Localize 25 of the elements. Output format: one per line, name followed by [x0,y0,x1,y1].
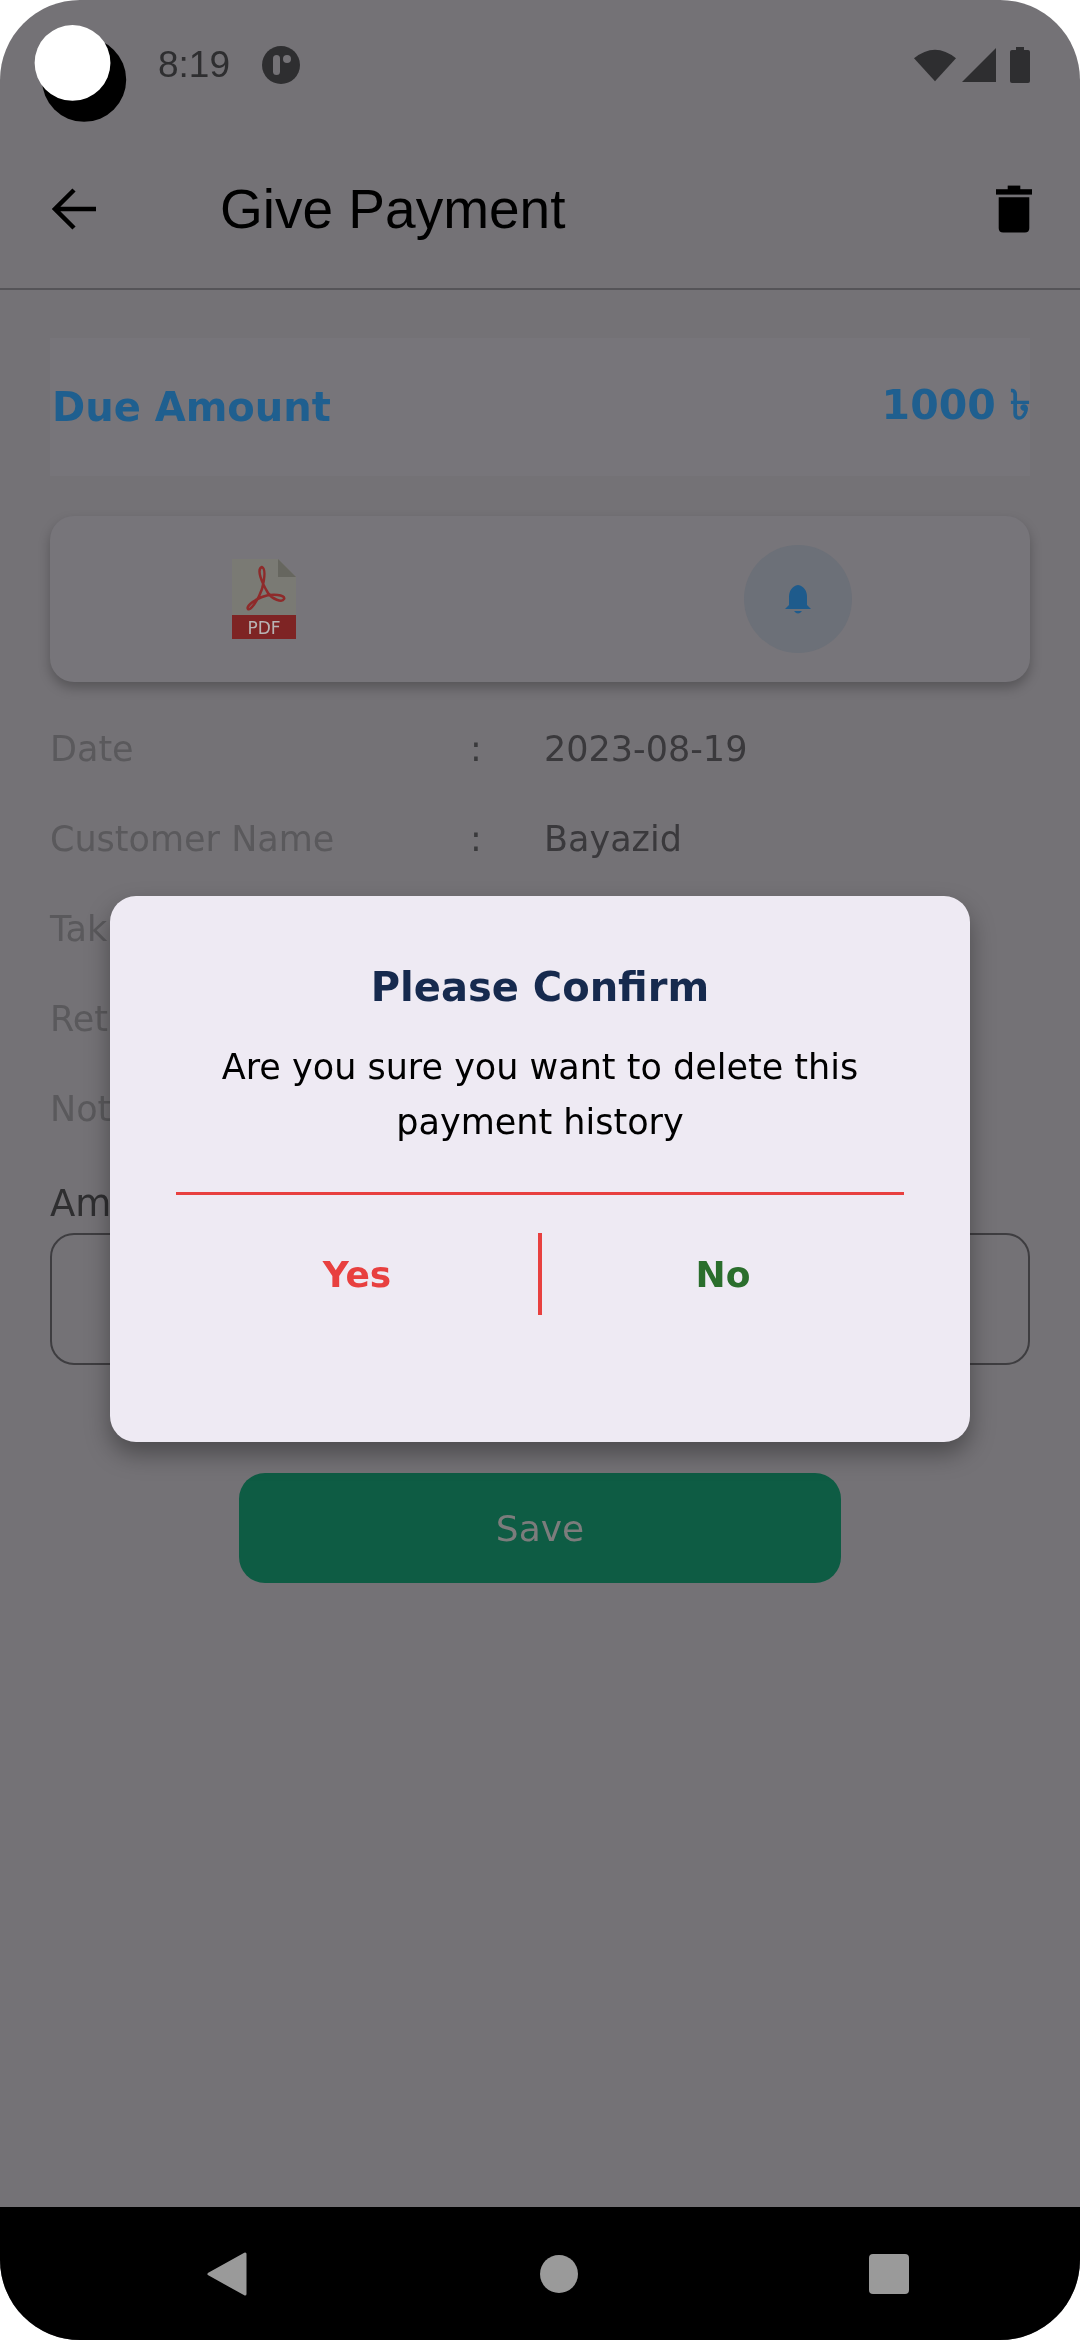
due-amount-value: 1000 ৳ [881,379,1030,431]
signal-icon [962,48,996,82]
pdf-label: PDF [247,618,281,638]
separator-colon: : [470,819,483,859]
dialog-button[interactable]: Yes [176,1243,538,1305]
separator-colon: : [470,729,483,769]
back-arrow-icon[interactable] [52,186,98,232]
recents-nav-icon[interactable] [869,2253,909,2294]
pdf-file-icon[interactable]: PDF [232,559,296,639]
field-value: Bayazid [544,819,682,859]
field-value: 2023-08-19 [544,729,748,769]
app-notification-icon [262,46,300,84]
home-nav-icon[interactable] [539,2253,579,2294]
amount-label: Am [50,1182,113,1225]
dialog-message: Are you sure you want to delete this payment history [220,1046,860,1144]
screen-title: Give Payment [220,177,566,241]
battery-icon [1010,47,1030,83]
back-nav-icon[interactable] [207,2251,247,2296]
wifi-icon [914,48,956,82]
dialog-title: Please Confirm [370,964,710,1010]
trash-icon[interactable] [996,184,1032,234]
status-time: 8:19 [158,44,230,86]
bell-icon [783,583,813,615]
due-amount-label: Due Amount [52,384,331,430]
dialog-button[interactable]: No [542,1243,904,1305]
